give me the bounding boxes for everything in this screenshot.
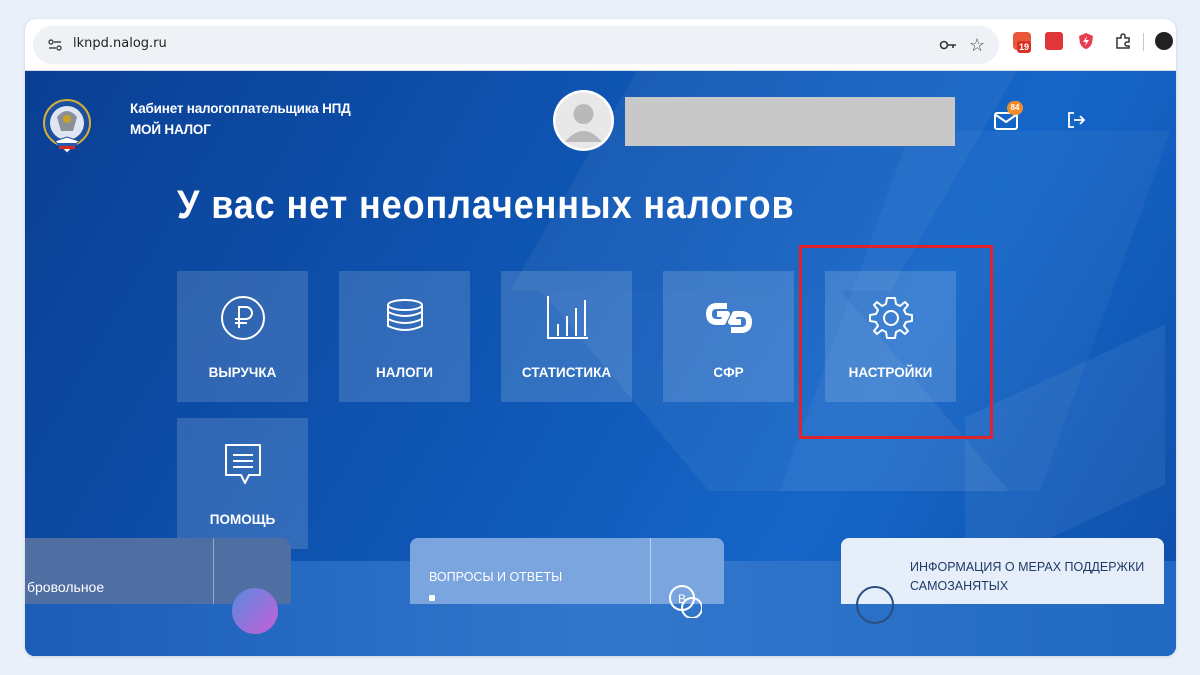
user-avatar[interactable] xyxy=(553,90,614,151)
extension-badge: 19 xyxy=(1017,41,1032,53)
toolbar-separator xyxy=(1143,33,1144,51)
tile-taxes[interactable]: НАЛОГИ xyxy=(339,271,470,402)
tile-label: ПОМОЩЬ xyxy=(209,512,276,527)
profile-avatar-icon[interactable] xyxy=(1155,32,1173,50)
shield-extension-icon[interactable] xyxy=(1077,32,1095,50)
page-headline: У вас нет неоплаченных налогов xyxy=(177,183,795,227)
sfr-logo-icon xyxy=(705,303,752,333)
user-silhouette-icon xyxy=(555,92,612,149)
promo-card-text: бровольное xyxy=(27,579,105,595)
tile-label: НАЛОГИ xyxy=(376,365,433,380)
brand-title[interactable]: Кабинет налогоплательщика НПД xyxy=(130,101,351,116)
browser-window: lknpd.nalog.ru ☆ 19 Кабинет налогоплател… xyxy=(25,19,1176,656)
card-divider xyxy=(650,538,651,604)
faq-card-title: ВОПРОСЫ И ОТВЕТЫ xyxy=(429,570,563,584)
tile-label: СФР xyxy=(713,365,744,380)
address-bar[interactable]: lknpd.nalog.ru ☆ xyxy=(33,26,999,64)
site-settings-icon[interactable] xyxy=(47,37,63,53)
chat-icon xyxy=(224,444,261,484)
password-key-icon[interactable] xyxy=(939,38,957,52)
todoist-extension-icon[interactable] xyxy=(1045,32,1063,50)
browser-toolbar: lknpd.nalog.ru ☆ 19 xyxy=(25,19,1176,71)
tile-label: СТАТИСТИКА xyxy=(521,365,612,380)
promo-app-icon xyxy=(232,588,278,634)
notification-count-badge: 84 xyxy=(1007,101,1023,115)
info-circle-icon xyxy=(856,586,894,624)
user-name-redacted xyxy=(625,97,955,146)
highlight-frame xyxy=(799,245,993,439)
tile-help[interactable]: ПОМОЩЬ xyxy=(177,418,308,549)
bookmark-star-icon[interactable]: ☆ xyxy=(969,35,985,55)
tile-sfr[interactable]: СФР xyxy=(663,271,794,402)
puzzle-extensions-icon[interactable] xyxy=(1114,32,1132,50)
fns-emblem-logo[interactable] xyxy=(43,97,91,157)
coins-stack-icon xyxy=(386,299,423,331)
support-info-title: ИНФОРМАЦИЯ О МЕРАХ ПОДДЕРЖКИ САМОЗАНЯТЫХ xyxy=(910,560,1145,593)
tile-revenue[interactable]: ВЫРУЧКА xyxy=(177,271,308,402)
bar-chart-icon xyxy=(546,296,588,339)
svg-text:В: В xyxy=(678,592,686,606)
faq-bubble-icon: В xyxy=(669,585,702,618)
faq-card-bullet xyxy=(429,595,435,601)
logout-icon[interactable] xyxy=(1066,111,1086,129)
url-text[interactable]: lknpd.nalog.ru xyxy=(73,36,167,51)
tile-statistics[interactable]: СТАТИСТИКА xyxy=(501,271,632,402)
ruble-icon xyxy=(220,296,265,340)
brand-subtitle[interactable]: МОЙ НАЛОГ xyxy=(130,122,211,137)
card-divider xyxy=(213,538,214,604)
tile-label: ВЫРУЧКА xyxy=(208,365,277,380)
